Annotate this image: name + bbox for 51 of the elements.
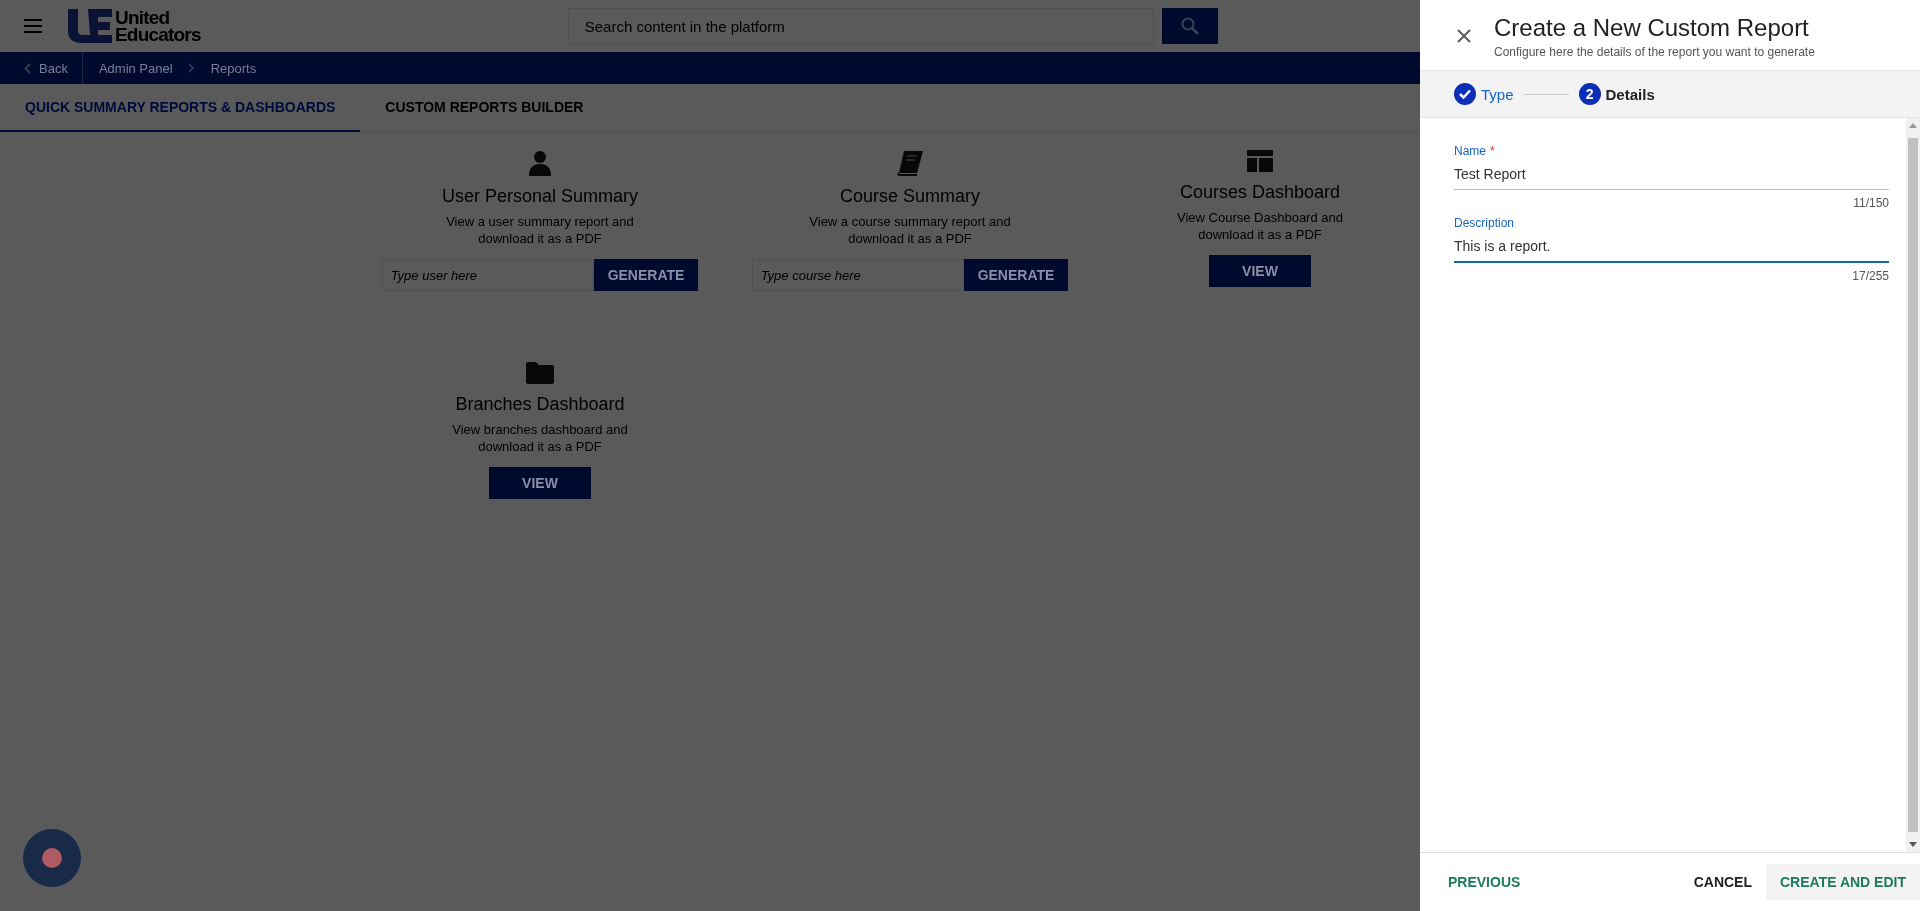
input-field[interactable]: Type course here [751, 259, 964, 291]
input-field[interactable]: Type user here [381, 259, 594, 291]
card-title: Course Summary [839, 186, 980, 207]
field-label: Description [1454, 216, 1516, 230]
book-icon [896, 150, 924, 176]
view-button[interactable]: VIEW [489, 467, 591, 499]
create-and-edit-button[interactable]: CREATE AND EDIT [1766, 864, 1920, 900]
logo-mark-icon [68, 9, 112, 43]
input-field[interactable]: This is a report. [1454, 230, 1889, 263]
panel-title: Create a New Custom Report [1494, 14, 1810, 42]
step-label[interactable]: Details [1605, 85, 1655, 103]
search-button[interactable] [1161, 8, 1218, 44]
folder-icon [526, 362, 554, 384]
close-icon [1456, 28, 1472, 44]
view-button[interactable]: VIEW [1209, 255, 1311, 287]
previous-button[interactable]: PREVIOUS [1434, 864, 1535, 900]
card-description: View a course summary report and download it as a PDF [808, 213, 1012, 247]
panel-subtitle: Configure here the details of the report you want to generate [1494, 45, 1815, 59]
character-counter: 17/255 [1851, 269, 1889, 283]
cancel-button[interactable]: CANCEL [1679, 864, 1766, 900]
chevron-left-icon [24, 62, 31, 74]
layout-icon [1247, 150, 1273, 172]
card-title: Courses Dashboard [1179, 182, 1341, 203]
field-label: Name * [1454, 144, 1496, 158]
input-field[interactable]: Test Report [1454, 158, 1889, 190]
card-title: Branches Dashboard [455, 394, 625, 415]
character-counter: 11/150 [1852, 196, 1889, 210]
generate-button[interactable]: GENERATE [593, 259, 699, 291]
scroll-up-arrow-icon[interactable] [1909, 122, 1917, 128]
step-number: 2 [1578, 83, 1601, 105]
logo-text: United [115, 9, 171, 26]
scrollbar[interactable] [1906, 118, 1920, 852]
card-description: View Course Dashboard and download it as a PDF [1176, 209, 1344, 243]
close-button[interactable] [1456, 28, 1472, 44]
search-field[interactable]: Search content in the platform [567, 8, 1154, 44]
person-icon [528, 150, 552, 176]
breadcrumb-item[interactable]: Admin Panel [98, 60, 173, 76]
chat-button[interactable] [23, 829, 81, 887]
breadcrumb-item[interactable]: Reports [210, 60, 257, 76]
step-label[interactable]: Type [1481, 85, 1514, 103]
menu-icon[interactable] [24, 19, 42, 33]
card-description: View a user summary report and download it as a PDF [445, 213, 635, 247]
search-icon [1180, 17, 1199, 35]
card-description: View branches dashboard and download it as a PDF [451, 421, 629, 455]
card-title: User Personal Summary [441, 186, 639, 207]
generate-button[interactable]: GENERATE [963, 259, 1069, 291]
tab[interactable]: CUSTOM REPORTS BUILDER [360, 84, 609, 132]
chevron-right-icon [186, 63, 195, 73]
back-link[interactable]: Back [0, 52, 83, 84]
scroll-down-arrow-icon[interactable] [1909, 842, 1917, 848]
logo-text: Educators [115, 26, 201, 43]
